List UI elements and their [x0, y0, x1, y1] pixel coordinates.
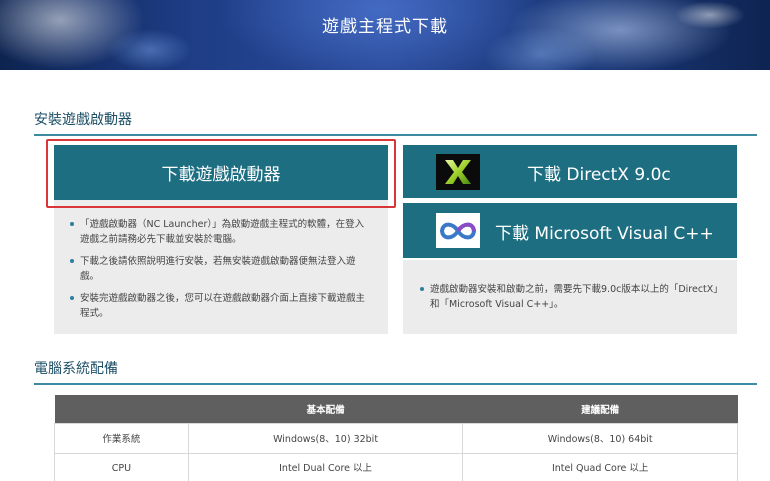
runtime-notes-list: 遊戲啟動器安裝和啟動之前，需要先下載9.0c版本以上的「DirectX」和「Mi… — [420, 282, 725, 319]
column-header: 基本配備 — [188, 395, 463, 423]
page-title: 遊戲主程式下載 — [322, 17, 448, 37]
column-header — [54, 395, 189, 423]
recommended-spec-cell: Windows(8、10) 64bit — [462, 422, 738, 454]
download-launcher-button[interactable]: 下載遊戲啟動器 — [54, 145, 388, 200]
download-visual-cpp-button[interactable]: 下載 Microsoft Visual C++ — [403, 203, 737, 258]
list-item: 安裝完遊戲啟動器之後，您可以在遊戲啟動器介面上直接下載遊戲主程式。 — [70, 291, 370, 321]
visual-cpp-button-label: 下載 Microsoft Visual C++ — [495, 224, 714, 244]
basic-spec-cell: Windows(8、10) 32bit — [187, 422, 464, 454]
visual-cpp-logo-icon — [436, 213, 480, 248]
directx-button-label: 下載 DirectX 9.0c — [527, 165, 671, 185]
system-specs-table: 基本配備 建議配備 作業系統 Windows(8、10) 32bit Windo… — [54, 395, 738, 481]
row-label: 作業系統 — [54, 422, 189, 454]
directx-logo-icon — [436, 154, 480, 190]
row-label: CPU — [54, 452, 189, 481]
install-section-heading: 安裝遊戲啟動器 — [34, 109, 757, 136]
basic-spec-cell: Intel Dual Core 以上 — [187, 452, 464, 481]
column-header: 建議配備 — [462, 395, 738, 423]
list-item: 遊戲啟動器安裝和啟動之前，需要先下載9.0c版本以上的「DirectX」和「Mi… — [420, 282, 725, 312]
table-row: 作業系統 Windows(8、10) 32bit Windows(8、10) 6… — [54, 422, 738, 454]
launcher-notes-list: 「遊戲啟動器（NC Launcher）」為啟動遊戲主程式的軟體，在登入遊戲之前請… — [70, 217, 370, 328]
table-header-row: 基本配備 建議配備 — [54, 395, 738, 423]
header-banner: 遊戲主程式下載 — [0, 0, 770, 70]
specs-section-heading: 電腦系統配備 — [34, 358, 757, 385]
table-row: CPU Intel Dual Core 以上 Intel Quad Core 以… — [54, 452, 738, 481]
recommended-spec-cell: Intel Quad Core 以上 — [462, 452, 738, 481]
list-item: 下載之後請依照說明進行安裝，若無安裝遊戲啟動器便無法登入遊戲。 — [70, 254, 370, 284]
list-item: 「遊戲啟動器（NC Launcher）」為啟動遊戲主程式的軟體，在登入遊戲之前請… — [70, 217, 370, 247]
download-directx-button[interactable]: 下載 DirectX 9.0c — [403, 145, 737, 198]
